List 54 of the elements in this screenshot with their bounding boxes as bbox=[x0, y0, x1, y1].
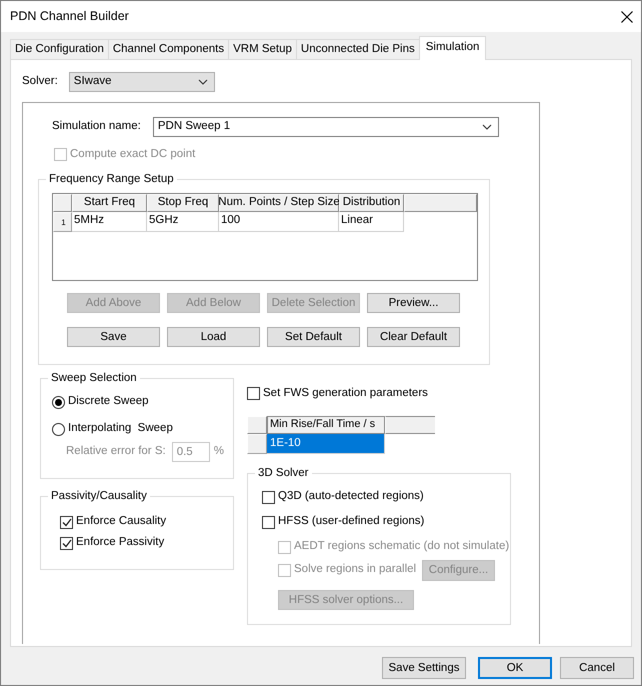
group-title: Passivity/Causality bbox=[50, 490, 148, 504]
button[interactable]: Set Default bbox=[267, 326, 360, 347]
table-cell: 5GHz bbox=[147, 212, 219, 232]
chevron-down-icon bbox=[482, 124, 492, 130]
column-header: Num. Points / Step Size bbox=[219, 194, 339, 212]
column-header: Distribution bbox=[339, 194, 404, 212]
field-label: Relative error for S: bbox=[66, 444, 166, 459]
button[interactable]: OK bbox=[478, 657, 552, 679]
checkbox-label: Solve regions in parallel bbox=[294, 563, 416, 578]
field-label: Solver: bbox=[22, 75, 58, 89]
radio-button[interactable] bbox=[52, 422, 65, 436]
column-header: Min Rise/Fall Time / s bbox=[267, 416, 385, 434]
checkbox-label: Enforce Passivity bbox=[76, 536, 164, 550]
checkbox[interactable] bbox=[262, 516, 275, 529]
checkbox[interactable] bbox=[60, 536, 73, 550]
field-label: Simulation name: bbox=[52, 120, 141, 134]
group-title: Sweep Selection bbox=[50, 372, 138, 386]
checkbox-label: AEDT regions schematic (do not simulate) bbox=[294, 540, 510, 554]
checkbox[interactable] bbox=[262, 490, 275, 504]
corner-header bbox=[247, 416, 267, 434]
table-cell[interactable]: 1E-10 bbox=[267, 434, 385, 454]
column-header: Start Freq bbox=[72, 194, 147, 212]
button[interactable]: Clear Default bbox=[367, 326, 460, 347]
row-header bbox=[247, 434, 267, 454]
checkbox-label: Enforce Causality bbox=[76, 515, 166, 530]
radio-button[interactable] bbox=[52, 396, 65, 409]
unit-label: % bbox=[214, 444, 224, 459]
column-header: Stop Freq bbox=[147, 194, 219, 212]
button[interactable]: Preview... bbox=[367, 292, 460, 313]
checkbox-label: Q3D (auto-detected regions) bbox=[278, 490, 424, 504]
row-number: 1 bbox=[53, 212, 72, 232]
button[interactable]: Save Settings bbox=[382, 657, 466, 679]
group-title: Frequency Range Setup bbox=[48, 173, 175, 187]
chevron-down-icon bbox=[198, 79, 208, 85]
radio-label: Discrete Sweep bbox=[68, 395, 149, 410]
table-cell: Linear bbox=[339, 212, 404, 232]
checkbox[interactable] bbox=[60, 516, 73, 529]
group-title: 3D Solver bbox=[257, 467, 310, 481]
checkbox-label: Set FWS generation parameters bbox=[263, 386, 428, 400]
simulation-name-dropdown[interactable]: PDN Sweep 1 bbox=[152, 117, 499, 137]
checkbox-label: Compute exact DC point bbox=[70, 148, 196, 162]
tab[interactable]: Die Configuration bbox=[10, 39, 109, 59]
radio-label: Interpolating Sweep bbox=[68, 422, 173, 436]
table-cell: 100 bbox=[219, 212, 339, 232]
table-cell: 5MHz bbox=[72, 212, 147, 232]
window-title: PDN Channel Builder bbox=[10, 9, 129, 24]
tab[interactable]: Simulation bbox=[418, 36, 486, 60]
checkbox-label: HFSS (user-defined regions) bbox=[278, 515, 424, 530]
checkbox[interactable] bbox=[247, 387, 260, 400]
button[interactable]: Load bbox=[167, 326, 260, 347]
button[interactable]: Cancel bbox=[560, 657, 634, 679]
solver-dropdown[interactable]: SIwave bbox=[68, 72, 215, 92]
close-icon[interactable] bbox=[621, 10, 633, 22]
button[interactable]: Save bbox=[67, 326, 160, 347]
